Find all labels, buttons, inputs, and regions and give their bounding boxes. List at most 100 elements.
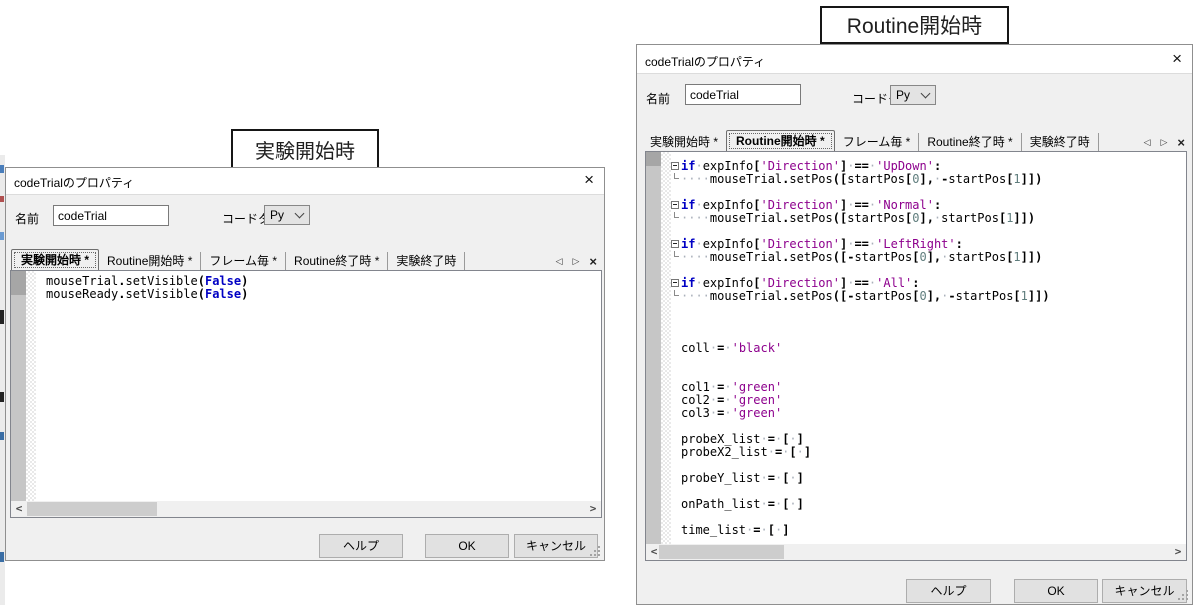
tab-scroll-right-icon[interactable]: ▷ [572,256,579,267]
editor-gutter [11,271,26,501]
fold-spacer [671,407,681,420]
scroll-left-icon[interactable]: < [12,501,26,517]
fold-spacer [36,275,46,288]
name-label: 名前 [646,90,670,107]
chevron-down-icon [921,89,931,99]
fold-spacer [671,472,681,485]
code-area[interactable]: if·expInfo['Direction']·==·'UpDown':····… [671,152,1185,544]
code-line: ····mouseTrial.setPos([startPos[0],·-sta… [671,173,1185,186]
help-button[interactable]: ヘルプ [906,579,991,603]
code-type-dropdown[interactable]: Py [890,85,936,105]
tab-nav: ◁ ▷ × [1144,137,1187,152]
tab-1[interactable]: Routine開始時 * [99,252,201,271]
fold-spacer [671,329,681,342]
code-type-value: Py [265,208,296,222]
tab-2[interactable]: フレーム毎 * [835,133,920,152]
tab-bar: 実験開始時 *Routine開始時 *フレーム毎 *Routine終了時 *実験… [11,250,599,271]
code-line: onPath_list·=·[·] [671,498,1185,511]
fold-spacer [671,511,681,524]
fold-collapse-icon[interactable] [671,160,681,173]
fold-spacer [671,459,681,472]
fold-spacer [671,225,681,238]
tab-scroll-right-icon[interactable]: ▷ [1160,137,1167,148]
resize-grip[interactable] [1186,598,1188,600]
code-type-value: Py [891,88,922,102]
code-line: time_list·=·[·] [671,524,1185,537]
dialog-title: codeTrialのプロパティ [14,174,134,191]
tab-scroll-left-icon[interactable]: ◁ [556,256,563,267]
code-type-dropdown[interactable]: Py [264,205,310,225]
fold-spacer [671,316,681,329]
name-input[interactable] [685,84,801,105]
gutter-marker [11,271,26,295]
tab-nav: ◁ ▷ × [556,256,599,271]
tab-3[interactable]: Routine終了時 * [286,252,388,271]
fold-spacer [671,342,681,355]
fold-line-icon [671,212,681,225]
fold-collapse-icon[interactable] [671,277,681,290]
horizontal-scrollbar[interactable]: < > [646,544,1186,560]
scroll-right-icon[interactable]: > [586,501,600,517]
scroll-right-icon[interactable]: > [1171,544,1185,560]
code-properties-dialog-right: codeTrialのプロパティ × 名前 コードタイプ Py 実験開始時 *Ro… [636,44,1193,605]
close-icon[interactable]: × [584,171,594,188]
code-line [671,355,1185,368]
fold-spacer [671,420,681,433]
fold-spacer [671,394,681,407]
titlebar: codeTrialのプロパティ × [6,168,604,195]
code-area[interactable]: mouseTrial.setVisible(False)mouseReady.s… [36,271,600,501]
fold-collapse-icon[interactable] [671,199,681,212]
tab-3[interactable]: Routine終了時 * [919,133,1021,152]
horizontal-scrollbar[interactable]: < > [11,501,601,517]
code-line [671,303,1185,316]
code-line: col3·=·'green' [671,407,1185,420]
tab-4[interactable]: 実験終了時 [1022,133,1099,152]
fold-spacer [671,186,681,199]
fold-spacer [671,264,681,277]
code-line: ····mouseTrial.setPos([startPos[0],·star… [671,212,1185,225]
fold-margin [26,271,36,501]
fold-spacer [671,368,681,381]
tab-0[interactable]: 実験開始時 * [642,133,726,152]
tab-scroll-left-icon[interactable]: ◁ [1144,137,1151,148]
tab-close-icon[interactable]: × [1177,138,1185,148]
fold-spacer [36,288,46,301]
name-label: 名前 [15,210,39,227]
code-line [671,316,1185,329]
tab-1[interactable]: Routine開始時 * [726,130,835,152]
titlebar: codeTrialのプロパティ × [637,45,1192,74]
tab-close-icon[interactable]: × [589,257,597,267]
tab-2[interactable]: フレーム毎 * [201,252,286,271]
fold-spacer [671,498,681,511]
scrollbar-thumb[interactable] [27,502,157,516]
fold-spacer [671,303,681,316]
tab-4[interactable]: 実験終了時 [388,252,465,271]
fold-spacer [671,433,681,446]
cancel-button[interactable]: キャンセル [514,534,598,558]
cancel-button[interactable]: キャンセル [1102,579,1187,603]
code-line: ····mouseTrial.setPos([-startPos[0],·sta… [671,251,1185,264]
dialog-title: codeTrialのプロパティ [645,53,765,70]
resize-grip[interactable] [598,554,600,556]
fold-line-icon [671,251,681,264]
name-input[interactable] [53,205,169,226]
fold-collapse-icon[interactable] [671,238,681,251]
ok-button[interactable]: OK [425,534,509,558]
code-editor-panel: mouseTrial.setVisible(False)mouseReady.s… [10,270,602,518]
help-button[interactable]: ヘルプ [319,534,403,558]
scrollbar-thumb[interactable] [659,545,784,559]
tab-0[interactable]: 実験開始時 * [11,249,99,271]
code-line: probeX2_list·=·[·] [671,446,1185,459]
fold-line-icon [671,290,681,303]
fold-margin [661,152,671,544]
fold-spacer [671,485,681,498]
code-line: probeY_list·=·[·] [671,472,1185,485]
code-line: ····mouseTrial.setPos([-startPos[0],·-st… [671,290,1185,303]
close-icon[interactable]: × [1172,50,1182,67]
code-line: mouseReady.setVisible(False) [36,288,600,301]
ok-button[interactable]: OK [1014,579,1098,603]
fold-spacer [671,381,681,394]
gutter-marker [646,152,661,166]
caption-routine-start: Routine開始時 [820,6,1009,44]
fold-line-icon [671,173,681,186]
